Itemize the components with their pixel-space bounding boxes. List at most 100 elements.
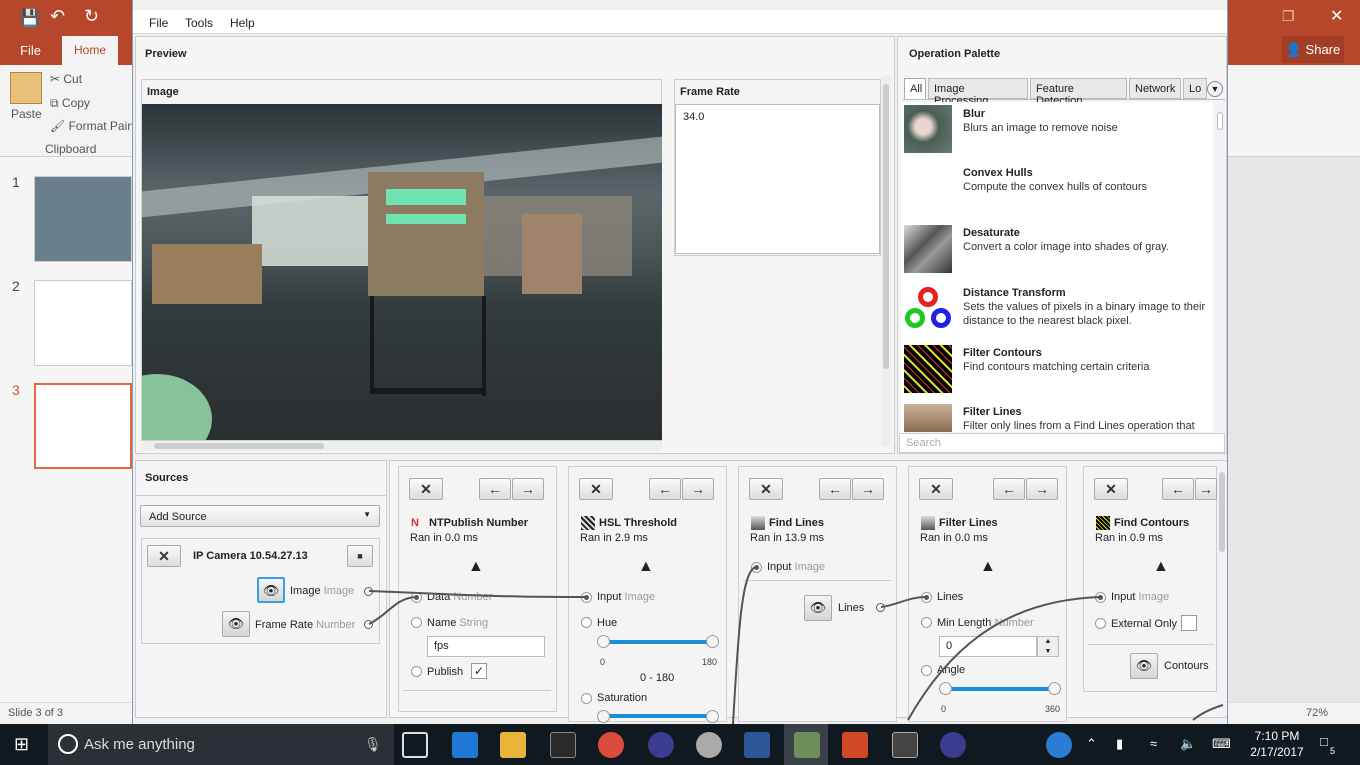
collapse-icon[interactable]: ▲ [468,558,484,576]
clock[interactable]: 7:10 PM 2/17/2017 [1242,728,1312,760]
filterlines-minlength-socket[interactable] [921,617,932,628]
slide-thumb-3[interactable] [34,383,132,469]
keyboard-icon[interactable]: ⌨ [1212,736,1231,752]
move-right-button[interactable]: → [1026,478,1058,500]
hsl-hue-socket[interactable] [581,617,592,628]
op-convex-hulls-title[interactable]: Convex Hulls [963,167,1033,179]
move-left-button[interactable]: ← [819,478,851,500]
move-right-button[interactable]: → [682,478,714,500]
palette-vscroll-thumb[interactable] [1217,112,1223,130]
min-length-input[interactable]: 0 [939,636,1037,657]
volume-icon[interactable]: 🔈 [1180,736,1196,752]
chrome-icon[interactable] [598,732,624,758]
op-filter-contours-title[interactable]: Filter Contours [963,347,1042,359]
ntpublish-publish-socket[interactable] [411,666,422,677]
grip-icon[interactable] [794,732,820,758]
op-blur-title[interactable]: Blur [963,108,985,120]
restore-icon[interactable]: ❐ [1282,8,1295,25]
hsl-input-socket[interactable] [581,592,592,603]
op-filter-lines-title[interactable]: Filter Lines [963,406,1022,418]
palette-tab-feature-detection[interactable]: Feature Detection [1030,78,1127,107]
add-source-dropdown[interactable]: Add Source ▼ [140,505,380,527]
preview-vscrollbar[interactable] [881,76,891,446]
wifi-icon[interactable]: ≈ [1150,736,1157,751]
palette-tab-lo[interactable]: Lo [1183,78,1207,99]
calculator-icon[interactable] [892,732,918,758]
collapse-icon[interactable]: ▲ [1153,558,1169,576]
palette-tabs-dropdown-icon[interactable]: ▼ [1207,81,1223,97]
filterlines-lines-socket[interactable] [921,592,932,603]
share-button[interactable]: 👤 Share [1282,36,1344,63]
saturation-min-knob[interactable] [597,710,610,723]
snipping-tool-icon[interactable] [696,732,722,758]
microphone-icon[interactable]: 🎙 [364,736,382,753]
external-only-checkbox[interactable] [1181,615,1197,631]
word-icon[interactable] [744,732,770,758]
hsl-saturation-socket[interactable] [581,693,592,704]
findcontours-external-socket[interactable] [1095,618,1106,629]
collapse-icon[interactable]: ▲ [638,558,654,576]
remove-step-button[interactable]: ✕ [579,478,613,500]
slide-thumb-2[interactable] [34,280,132,366]
op-desaturate-title[interactable]: Desaturate [963,227,1020,239]
findcontours-input-socket[interactable] [1095,592,1106,603]
hue-min-knob[interactable] [597,635,610,648]
move-left-button[interactable]: ← [479,478,511,500]
tab-file[interactable]: File [20,43,41,58]
angle-max-knob[interactable] [1048,682,1061,695]
source-image-socket[interactable] [364,587,373,596]
move-right-button[interactable]: → [852,478,884,500]
remove-source-button[interactable]: ✕ [147,545,181,567]
remove-step-button[interactable]: ✕ [409,478,443,500]
edge-icon[interactable] [452,732,478,758]
stop-camera-button[interactable]: ■ [347,545,373,567]
findcontours-preview-toggle[interactable]: 👁 [1130,653,1158,679]
ntpublish-name-socket[interactable] [411,617,422,628]
update-icon[interactable] [1046,732,1072,758]
saturation-max-knob[interactable] [706,710,719,723]
preview-framerate-toggle[interactable]: 👁 [222,611,250,637]
findlines-preview-toggle[interactable]: 👁 [804,595,832,621]
windows-start-icon[interactable]: ⊞ [14,734,29,755]
file-explorer-icon[interactable] [500,732,526,758]
format-painter-button[interactable]: 🖌 Format Pain [50,119,134,133]
paste-button[interactable]: Paste [11,107,42,121]
menu-tools[interactable]: Tools [185,16,213,30]
notification-icon[interactable]: □ [1320,734,1328,749]
battery-icon[interactable]: ▮ [1116,736,1123,752]
cortana-search[interactable]: Ask me anything [48,724,394,765]
copy-button[interactable]: ⧉ Copy [50,96,90,111]
palette-tab-network[interactable]: Network [1129,78,1181,99]
preview-image-toggle[interactable]: 👁 [257,577,285,603]
tray-chevron-icon[interactable]: ⌃ [1086,736,1097,752]
eclipse2-icon[interactable] [940,732,966,758]
remove-step-button[interactable]: ✕ [919,478,953,500]
close-icon[interactable]: ✕ [1330,6,1343,26]
min-length-spinner[interactable]: ▲ ▼ [1037,636,1059,657]
filterlines-angle-socket[interactable] [921,665,932,676]
save-icon[interactable]: 💾 [20,8,40,28]
hue-slider-track[interactable] [603,640,712,644]
angle-min-knob[interactable] [939,682,952,695]
saturation-slider-track[interactable] [603,714,712,718]
store-icon[interactable] [550,732,576,758]
source-framerate-socket[interactable] [364,620,373,629]
move-left-button[interactable]: ← [993,478,1025,500]
undo-icon[interactable]: ↶ [50,6,65,27]
findlines-output-socket[interactable] [876,603,885,612]
pipeline-vscroll-thumb[interactable] [1219,472,1225,552]
ntpublish-data-socket[interactable] [411,592,422,603]
collapse-icon[interactable]: ▲ [980,558,996,576]
task-view-icon[interactable] [402,732,428,758]
palette-vscrollbar[interactable] [1215,104,1225,432]
move-left-button[interactable]: ← [1162,478,1194,500]
paste-icon[interactable] [10,72,42,104]
palette-tab-image-processing[interactable]: Image Processing [928,78,1028,107]
op-distance-transform-title[interactable]: Distance Transform [963,287,1066,299]
move-left-button[interactable]: ← [649,478,681,500]
pipeline-vscrollbar[interactable] [1217,462,1227,716]
slide-thumb-1[interactable] [34,176,132,262]
redo-icon[interactable]: ↻ [84,6,99,27]
ntpublish-name-input[interactable]: fps [427,636,545,657]
publish-checkbox[interactable]: ✓ [471,663,487,679]
